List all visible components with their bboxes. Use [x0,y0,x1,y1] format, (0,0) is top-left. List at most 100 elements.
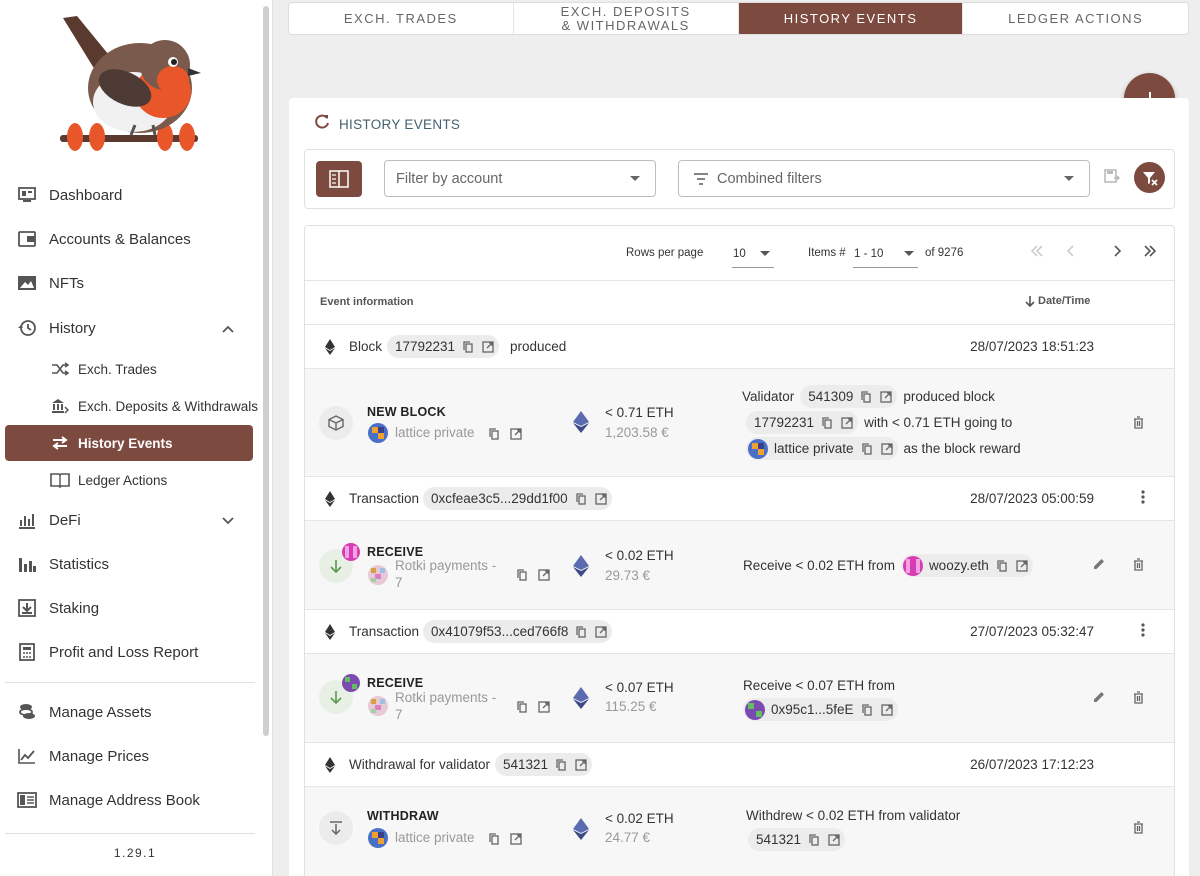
tab-ledger-actions[interactable]: LEDGER ACTIONS [963,3,1188,34]
staking-icon [17,598,37,618]
sidebar-scrollbar[interactable] [263,6,269,736]
external-link-icon[interactable] [574,758,588,772]
block-number: 17792231 [395,339,456,354]
next-page-icon[interactable] [1113,241,1122,262]
account-filter-placeholder: Filter by account [396,170,503,187]
history-tabs: EXCH. TRADES EXCH. DEPOSITS & WITHDRAWAL… [288,2,1189,35]
copy-icon[interactable] [574,492,588,506]
swap-icon [50,434,70,452]
copy-icon[interactable] [995,559,1009,573]
account-avatar [368,565,388,585]
rows-per-page-value: 10 [733,248,746,260]
external-link-icon[interactable] [509,427,523,441]
external-link-icon[interactable] [594,492,608,506]
nav-label: History Events [78,435,173,451]
rows-per-page-select[interactable]: 10 [732,244,774,268]
save-filter-icon[interactable] [1104,169,1121,186]
external-link-icon[interactable] [840,416,854,430]
delete-icon[interactable] [1133,558,1144,574]
external-link-icon[interactable] [594,625,608,639]
delete-icon[interactable] [1133,821,1144,837]
address-book-icon [17,790,37,810]
external-link-icon[interactable] [509,832,523,846]
more-vert-icon[interactable] [1141,490,1145,509]
chevron-down-icon [222,512,234,528]
delete-icon[interactable] [1133,691,1144,707]
nav-manage-assets[interactable]: Manage Assets [0,692,262,732]
table-row: Block 17792231 produced 28/07/2023 18:51… [305,325,1174,369]
delete-icon[interactable] [1133,416,1144,432]
nav-ledger-actions[interactable]: Ledger Actions [0,462,262,498]
items-range-select[interactable]: 1 - 10 [853,244,918,268]
nav-label: Accounts & Balances [49,230,191,248]
external-link-icon[interactable] [537,700,551,714]
combined-filters-placeholder: Combined filters [717,170,822,187]
history-icon [17,318,37,338]
external-link-icon[interactable] [537,568,551,582]
items-total: of 9276 [925,247,964,259]
nav-profit-loss-report[interactable]: Profit and Loss Report [0,632,262,672]
counterparty-avatar [342,543,360,561]
copy-icon[interactable] [487,832,501,846]
first-page-icon[interactable] [1030,241,1044,262]
nav-exch-trades[interactable]: Exch. Trades [0,351,262,387]
column-date-time-label: Date/Time [1038,295,1091,307]
more-vert-icon[interactable] [1141,623,1145,642]
external-link-icon[interactable] [880,442,894,456]
last-page-icon[interactable] [1143,241,1157,262]
nav-defi[interactable]: DeFi [0,500,262,540]
tx-hash-chip: 0x41079f53...ced766f8 [423,620,613,643]
group-suffix: produced [510,339,567,354]
clear-filter-button[interactable] [1134,162,1165,193]
toggle-columns-button[interactable] [316,161,362,197]
table-header: Event information Date/Time [305,281,1174,325]
copy-icon[interactable] [860,442,874,456]
copy-icon[interactable] [820,416,834,430]
nav-dashboard[interactable]: Dashboard [0,175,262,215]
combined-filters-select[interactable]: Combined filters [678,160,1090,197]
copy-icon[interactable] [515,568,529,582]
tab-exch-deposits-withdrawals[interactable]: EXCH. DEPOSITS & WITHDRAWALS [514,3,739,34]
external-link-icon[interactable] [827,833,841,847]
shuffle-icon [50,360,70,378]
desc-text: with < 0.71 ETH going to [864,415,1013,430]
nav-manage-address-book[interactable]: Manage Address Book [0,780,262,820]
external-link-icon[interactable] [481,340,495,354]
account-filter-select[interactable]: Filter by account [384,160,656,197]
event-row: NEW BLOCK lattice private < 0.71 ETH 1,2… [305,369,1174,477]
nav-history[interactable]: History [0,308,262,348]
refresh-icon[interactable] [314,114,330,135]
copy-icon[interactable] [574,625,588,639]
tab-exch-trades[interactable]: EXCH. TRADES [289,3,514,34]
edit-icon[interactable] [1093,558,1105,573]
edit-icon[interactable] [1093,691,1105,706]
copy-icon[interactable] [554,758,568,772]
nav-nfts[interactable]: NFTs [0,263,262,303]
tx-hash: 0xcfeae3c5...29dd1f00 [431,491,568,506]
copy-icon[interactable] [807,833,821,847]
bar-chart-icon [17,554,37,574]
copy-icon[interactable] [859,390,873,404]
table-row: Withdrawal for validator 541321 26/07/20… [305,743,1174,787]
external-link-icon[interactable] [1015,559,1029,573]
external-link-icon[interactable] [880,703,894,717]
nav-exch-deposits-withdrawals[interactable]: Exch. Deposits & Withdrawals [0,388,262,424]
copy-icon[interactable] [487,427,501,441]
copy-icon[interactable] [461,340,475,354]
event-account: lattice private [395,830,475,845]
nav-manage-prices[interactable]: Manage Prices [0,736,262,776]
counterparty-avatar [342,674,360,692]
nav-statistics[interactable]: Statistics [0,544,262,584]
group-label: Withdrawal for validator [349,757,491,772]
nav-accounts-balances[interactable]: Accounts & Balances [0,219,262,259]
external-link-icon[interactable] [879,390,893,404]
tab-history-events[interactable]: HISTORY EVENTS [738,3,964,34]
copy-icon[interactable] [860,703,874,717]
prev-page-icon[interactable] [1066,241,1075,262]
nav-staking[interactable]: Staking [0,588,262,628]
nav-history-events[interactable]: History Events [5,425,253,461]
copy-icon[interactable] [515,700,529,714]
nav-label: DeFi [49,511,81,529]
block-chip-wrapper: 17792231 [387,335,500,358]
column-date-time[interactable]: Date/Time [1025,295,1090,307]
